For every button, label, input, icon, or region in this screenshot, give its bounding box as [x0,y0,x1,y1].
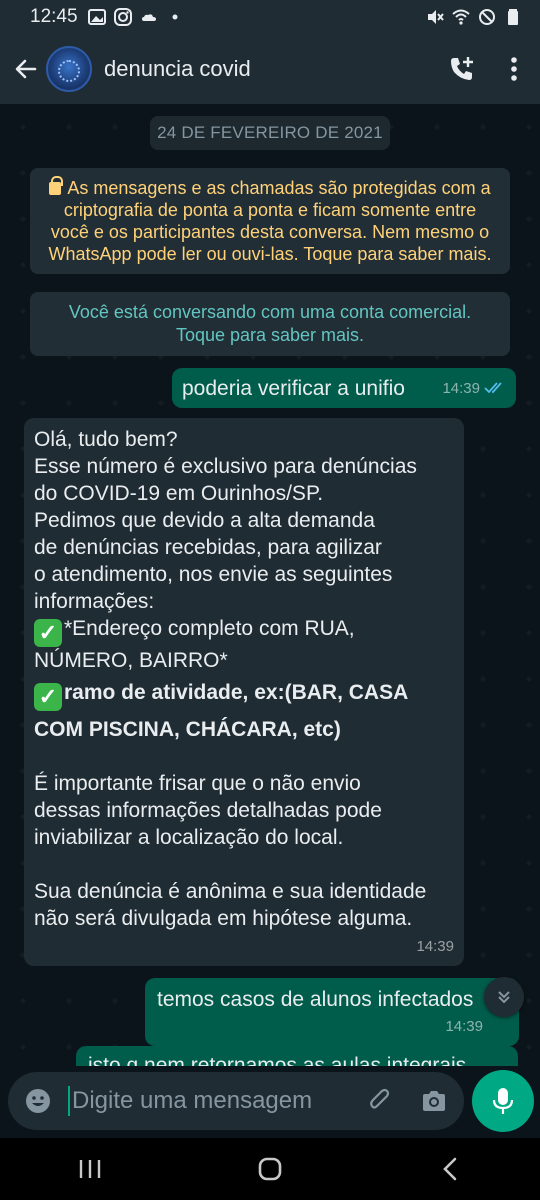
message-line: inviabilizar a localização do local. [34,826,344,849]
no-entry-icon [479,9,495,25]
camera-icon [423,1091,445,1111]
status-time: 12:45 [30,6,78,27]
message-line: o atendimento, nos envie as seguintes [34,563,393,586]
message-time: 14:39 [442,379,480,397]
message-line: dessas informações detalhadas pode [34,799,382,822]
cloud-icon [141,14,156,21]
voice-message-button[interactable] [472,1070,534,1132]
emoji-button[interactable] [14,1077,62,1125]
message-line: NÚMERO, BAIRRO* [34,649,228,672]
message-line: ramo de atividade, ex:(BAR, CASA [64,681,409,704]
incoming-message[interactable]: Olá, tudo bem? Esse número é exclusivo p… [24,418,464,966]
camera-button[interactable] [410,1077,458,1125]
outgoing-message[interactable]: poderia verificar a unifio 14:39 [172,368,516,408]
double-chevron-down-icon [498,991,510,1004]
message-line: Esse número é exclusivo para denúncias [34,455,417,478]
phone-plus-icon [451,57,473,80]
message-input-box[interactable]: Digite uma mensagem [8,1072,464,1130]
message-line: COM PISCINA, CHÁCARA, etc) [34,718,341,741]
chat-header: denuncia covid [0,34,540,104]
message-time: 14:39 [445,1018,483,1035]
message-line: não será divulgada em hipótese alguma. [34,907,413,930]
instagram-icon [113,8,132,26]
chat-title[interactable]: denuncia covid [104,56,251,82]
chevron-left-icon [443,1157,457,1181]
more-vert-icon [511,57,517,81]
message-line: informações: [34,590,155,613]
message-line: *Endereço completo com RUA, [64,617,355,640]
check-mark-icon: ✓ [34,619,62,647]
status-bar: 12:45 [0,0,540,34]
outgoing-message[interactable]: temos casos de alunos infectados 14:39 [145,978,519,1046]
emoji-icon [26,1089,50,1113]
chat-area[interactable]: 24 DE FEVEREIRO DE 2021 As mensagens e a… [0,104,540,1072]
mute-icon [428,10,444,24]
back-button[interactable] [6,49,46,89]
message-input[interactable]: Digite uma mensagem [72,1087,312,1115]
dot-icon [172,14,178,20]
composer: Digite uma mensagem [0,1066,540,1138]
back-nav-button[interactable] [420,1144,480,1194]
encryption-notice-text: As mensagens e as chamadas são protegida… [48,178,492,264]
message-line: de denúncias recebidas, para agilizar [34,536,382,559]
add-call-button[interactable] [436,43,488,95]
encryption-notice[interactable]: As mensagens e as chamadas são protegida… [30,168,510,274]
date-chip: 24 DE FEVEREIRO DE 2021 [150,116,390,150]
message-line: É importante frisar que o não envio [34,772,361,795]
home-button[interactable] [240,1144,300,1194]
business-notice-line1: Você está conversando com uma conta come… [68,302,472,322]
system-nav-bar [0,1138,540,1200]
message-line: Olá, tudo bem? [34,428,178,451]
check-mark-icon: ✓ [34,683,62,711]
message-line: do COVID-19 em Ourinhos/SP. [34,482,324,505]
battery-icon [508,9,518,25]
recents-button[interactable] [60,1144,120,1194]
message-time: 14:39 [416,938,454,955]
paperclip-icon [370,1088,390,1109]
lock-icon [49,176,64,195]
message-text: temos casos de alunos infectados [157,988,474,1011]
message-text: poderia verificar a unifio [182,376,405,400]
wifi-icon [452,9,470,25]
text-cursor [68,1086,70,1116]
home-icon [258,1157,282,1181]
scroll-to-bottom-button[interactable] [484,977,524,1017]
recents-icon [79,1160,101,1178]
avatar-logo [58,60,80,82]
attach-button[interactable] [356,1077,404,1125]
gallery-icon [87,9,106,25]
microphone-icon [492,1088,514,1114]
double-check-icon [484,382,502,394]
message-line: Pedimos que devido a alta demanda [34,509,375,532]
business-notice-line2: Toque para saber mais. [175,325,365,345]
avatar[interactable] [46,46,92,92]
more-options-button[interactable] [488,43,540,95]
arrow-left-icon [15,59,37,79]
message-line: Sua denúncia é anônima e sua identidade [34,880,427,903]
business-notice[interactable]: Você está conversando com uma conta come… [30,292,510,356]
